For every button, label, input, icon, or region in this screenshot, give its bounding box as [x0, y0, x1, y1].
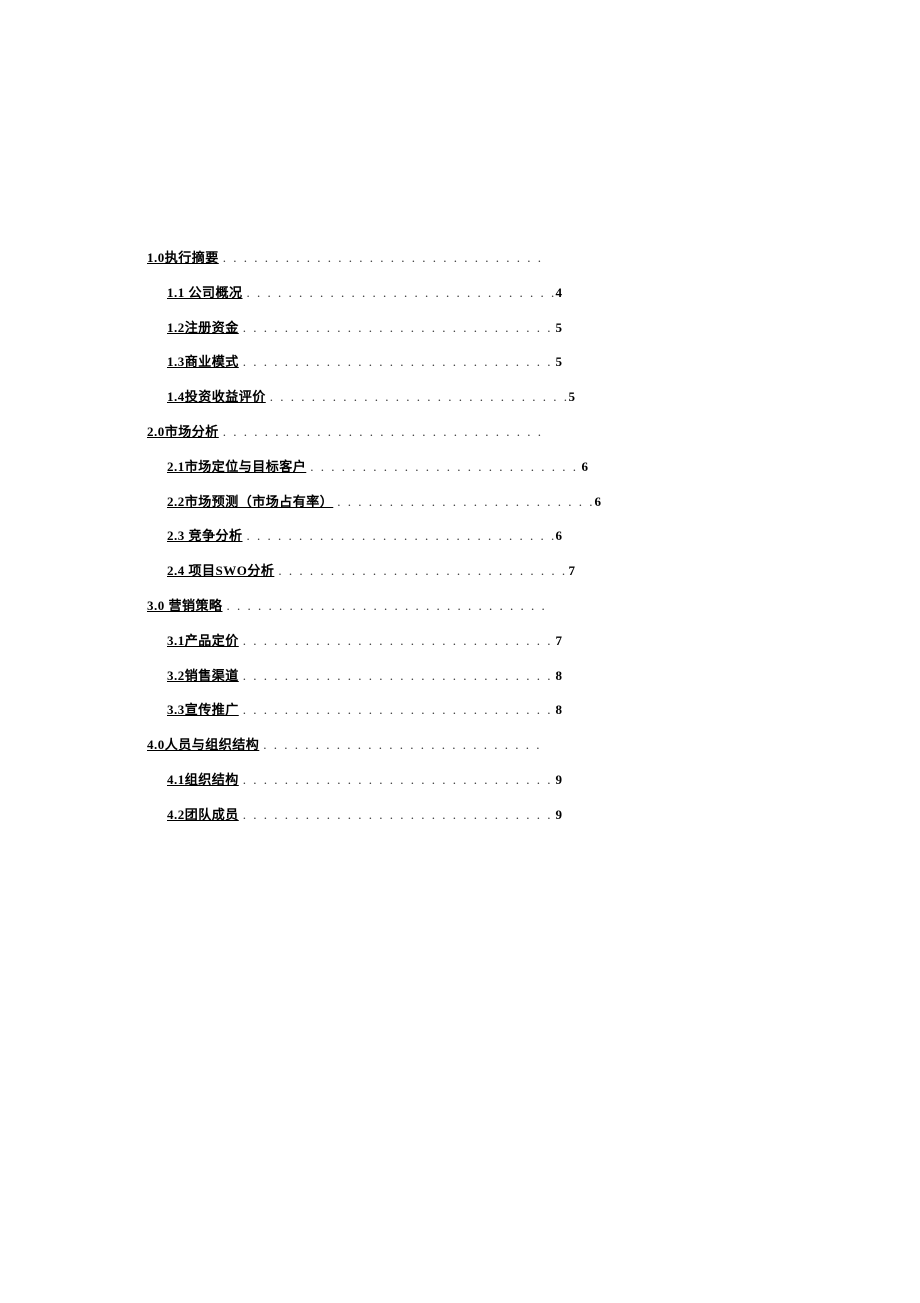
toc-page-number: 9 — [556, 805, 563, 826]
toc-page-number: 9 — [556, 770, 563, 791]
toc-leader-dots: . . . . . . . . . . . . . . . . . . . . … — [239, 805, 556, 826]
toc-entry[interactable]: 2.1市场定位与目标客户. . . . . . . . . . . . . . … — [167, 457, 588, 478]
toc-label: 3.1产品定价 — [167, 631, 239, 652]
toc-label: 1.4投资收益评价 — [167, 387, 266, 408]
toc-page-number: 8 — [556, 700, 563, 721]
toc-leader-dots: . . . . . . . . . . . . . . . . . . . . … — [239, 666, 556, 687]
toc-label: 4.1组织结构 — [167, 770, 239, 791]
toc-entry[interactable]: 3.1产品定价. . . . . . . . . . . . . . . . .… — [167, 631, 562, 652]
toc-label: 2.1市场定位与目标客户 — [167, 457, 306, 478]
toc-page-number: 4 — [556, 283, 563, 304]
toc-entry[interactable]: 2.0市场分析. . . . . . . . . . . . . . . . .… — [147, 422, 547, 443]
toc-page-number: 8 — [556, 666, 563, 687]
toc-label: 1.2注册资金 — [167, 318, 239, 339]
toc-leader-dots: . . . . . . . . . . . . . . . . . . . . … — [239, 631, 556, 652]
toc-label: 1.3商业模式 — [167, 352, 239, 373]
toc-entry[interactable]: 3.2销售渠道. . . . . . . . . . . . . . . . .… — [167, 666, 562, 687]
toc-entry[interactable]: 2.2市场预测（市场占有率）. . . . . . . . . . . . . … — [167, 492, 601, 513]
toc-label: 3.3宣传推广 — [167, 700, 239, 721]
toc-leader-dots: . . . . . . . . . . . . . . . . . . . . … — [243, 526, 556, 547]
toc-entry[interactable]: 2.3 竞争分析. . . . . . . . . . . . . . . . … — [167, 526, 562, 547]
toc-entry[interactable]: 3.3宣传推广. . . . . . . . . . . . . . . . .… — [167, 700, 562, 721]
toc-label: 2.0市场分析 — [147, 422, 219, 443]
toc-leader-dots: . . . . . . . . . . . . . . . . . . . . … — [223, 596, 547, 617]
toc-label: 4.0人员与组织结构 — [147, 735, 259, 756]
toc-label: 2.4 项目SWO分析 — [167, 561, 274, 582]
toc-leader-dots: . . . . . . . . . . . . . . . . . . . . … — [239, 318, 556, 339]
toc-entry[interactable]: 1.0执行摘要. . . . . . . . . . . . . . . . .… — [147, 248, 547, 269]
toc-entry[interactable]: 2.4 项目SWO分析. . . . . . . . . . . . . . .… — [167, 561, 575, 582]
toc-entry[interactable]: 1.2注册资金. . . . . . . . . . . . . . . . .… — [167, 318, 562, 339]
toc-page-number: 5 — [556, 318, 563, 339]
toc-leader-dots: . . . . . . . . . . . . . . . . . . . . … — [259, 735, 547, 756]
toc-leader-dots: . . . . . . . . . . . . . . . . . . . . … — [239, 352, 556, 373]
toc-leader-dots: . . . . . . . . . . . . . . . . . . . . … — [274, 561, 568, 582]
toc-page-number: 6 — [582, 457, 589, 478]
toc-page-number: 7 — [569, 561, 576, 582]
toc-entry[interactable]: 4.0人员与组织结构. . . . . . . . . . . . . . . … — [147, 735, 547, 756]
toc-entry[interactable]: 1.4投资收益评价. . . . . . . . . . . . . . . .… — [167, 387, 575, 408]
toc-page-number: 7 — [556, 631, 563, 652]
toc-leader-dots: . . . . . . . . . . . . . . . . . . . . … — [266, 387, 569, 408]
toc-label: 3.2销售渠道 — [167, 666, 239, 687]
toc-entry[interactable]: 4.2团队成员. . . . . . . . . . . . . . . . .… — [167, 805, 562, 826]
toc-leader-dots: . . . . . . . . . . . . . . . . . . . . … — [306, 457, 581, 478]
toc-leader-dots: . . . . . . . . . . . . . . . . . . . . … — [219, 248, 547, 269]
table-of-contents: 1.0执行摘要. . . . . . . . . . . . . . . . .… — [147, 248, 707, 840]
toc-label: 2.2市场预测（市场占有率） — [167, 492, 333, 513]
toc-page-number: 5 — [569, 387, 576, 408]
toc-leader-dots: . . . . . . . . . . . . . . . . . . . . … — [333, 492, 594, 513]
toc-label: 2.3 竞争分析 — [167, 526, 243, 547]
toc-page-number: 6 — [595, 492, 602, 513]
toc-label: 1.1 公司概况 — [167, 283, 243, 304]
toc-leader-dots: . . . . . . . . . . . . . . . . . . . . … — [239, 700, 556, 721]
toc-label: 1.0执行摘要 — [147, 248, 219, 269]
toc-entry[interactable]: 1.1 公司概况. . . . . . . . . . . . . . . . … — [167, 283, 562, 304]
toc-label: 4.2团队成员 — [167, 805, 239, 826]
toc-label: 3.0 营销策略 — [147, 596, 223, 617]
toc-leader-dots: . . . . . . . . . . . . . . . . . . . . … — [219, 422, 547, 443]
toc-page-number: 6 — [556, 526, 563, 547]
toc-leader-dots: . . . . . . . . . . . . . . . . . . . . … — [243, 283, 556, 304]
toc-entry[interactable]: 4.1组织结构. . . . . . . . . . . . . . . . .… — [167, 770, 562, 791]
toc-entry[interactable]: 1.3商业模式. . . . . . . . . . . . . . . . .… — [167, 352, 562, 373]
toc-entry[interactable]: 3.0 营销策略. . . . . . . . . . . . . . . . … — [147, 596, 547, 617]
toc-leader-dots: . . . . . . . . . . . . . . . . . . . . … — [239, 770, 556, 791]
toc-page-number: 5 — [556, 352, 563, 373]
